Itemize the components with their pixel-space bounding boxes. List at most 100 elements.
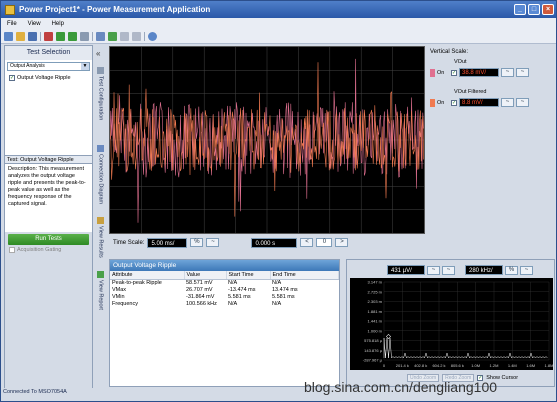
status-bar: Connected To MSO7054A [3, 389, 67, 395]
menu-bar: File View Help [1, 18, 556, 30]
tab-view-results[interactable]: View Results [94, 217, 107, 258]
scale-wave-button[interactable]: ~ [442, 265, 455, 275]
x-tick-label: 201.4 k [396, 363, 409, 368]
channel-on-checkbox[interactable]: ✓ [451, 99, 457, 106]
menu-view[interactable]: View [28, 21, 41, 27]
run-icon[interactable] [56, 32, 65, 41]
tab-test-configuration[interactable]: Test Configuration [94, 67, 107, 120]
y-tick-label: 1.881 m [368, 309, 383, 314]
toolbar-separator [92, 32, 93, 41]
time-scale-label: Time Scale: [113, 239, 145, 246]
results-header: Output Voltage Ripple [110, 260, 339, 271]
maximize-button[interactable]: □ [528, 4, 540, 15]
window-title: Power Project1* - Power Measurement Appl… [19, 5, 211, 14]
close-button[interactable]: × [542, 4, 554, 15]
fft-y-scale[interactable]: 431 µV/ [387, 265, 425, 275]
y-tick-label: 2.303 m [368, 299, 383, 304]
tab-connection-diagram[interactable]: Connection Diagram [94, 145, 107, 204]
y-tick-label: 1.000 m [368, 328, 383, 333]
scale-wave-button[interactable]: ~ [516, 98, 529, 107]
tree-item[interactable]: ✓ Output Voltage Ripple [9, 75, 88, 81]
delete-icon[interactable] [44, 32, 53, 41]
save-icon[interactable] [28, 32, 37, 41]
chevron-down-icon: ▼ [81, 63, 89, 70]
redo-icon[interactable] [132, 32, 141, 41]
diagram-icon [97, 145, 104, 152]
undo-icon[interactable] [120, 32, 129, 41]
time-scale-value[interactable]: 5.00 ms/ [147, 237, 188, 248]
app-icon [5, 4, 15, 15]
prev-button[interactable]: < [300, 238, 314, 247]
channel-scale-value[interactable]: 38.8 mV/ [459, 68, 499, 77]
y-tick-label: -287.967 µ [363, 358, 383, 363]
column-header[interactable]: Value [184, 271, 227, 280]
test-selection-panel: Test Selection Output Analysis ▼ ✓ Outpu… [4, 45, 93, 388]
new-icon[interactable] [4, 32, 13, 41]
column-header[interactable]: Start Time [226, 271, 271, 280]
next-button[interactable]: > [335, 238, 349, 247]
toolbar-separator [144, 32, 145, 41]
fft-controls: 431 µV/ ~ ~ 280 kHz/ % ~ [387, 265, 533, 275]
x-tick-label: 402.8 k [414, 363, 427, 368]
open-icon[interactable] [16, 32, 25, 41]
run-tests-button[interactable]: Run Tests [8, 234, 89, 245]
percent-button[interactable]: % [190, 238, 204, 247]
gating-checkbox[interactable] [9, 247, 15, 253]
x-tick-label: 1.0M [471, 363, 480, 368]
vertical-tabs: « Test Configuration Connection Diagram … [94, 45, 107, 388]
scale-wave-button[interactable]: ~ [501, 98, 514, 107]
acquisition-gating[interactable]: Acquisition Gating [9, 247, 92, 253]
config-icon [97, 67, 104, 74]
menu-help[interactable]: Help [52, 21, 64, 27]
panel-header: Test Selection [5, 46, 92, 60]
y-tick-label: 143.876 µ [364, 348, 383, 353]
play-icon[interactable] [68, 32, 77, 41]
time-offset-value[interactable]: 0.000 s [251, 237, 298, 248]
menu-file[interactable]: File [7, 21, 17, 27]
table-row[interactable]: Peak-to-peak Ripple 58.571 mV N/A N/A [110, 279, 339, 287]
report-icon[interactable] [96, 32, 105, 41]
scale-wave-button[interactable]: ~ [501, 68, 514, 77]
channel-on-checkbox[interactable]: ✓ [451, 69, 457, 76]
table-row[interactable]: VMax 26.707 mV -13.474 ms 13.474 ms [110, 287, 339, 294]
y-tick-label: 2.725 m [368, 289, 383, 294]
fft-x-scale[interactable]: 280 kHz/ [465, 265, 503, 275]
collapse-icon[interactable]: « [96, 49, 100, 58]
fft-plot[interactable]: 3.147 m 2.725 m 2.303 m 1.881 m 1.441 m 1.000… [350, 278, 553, 370]
channel-scale-value[interactable]: 8.8 mV/ [459, 98, 499, 107]
channel-color-swatch [430, 68, 435, 77]
channel-name: VOut [454, 59, 467, 65]
channel-name: VOut Filtered [454, 89, 487, 95]
waveform-display[interactable] [109, 46, 425, 234]
percent-button[interactable]: % [505, 265, 518, 275]
time-wave-button[interactable]: ~ [206, 238, 220, 247]
column-header[interactable]: Attribute [110, 271, 185, 280]
x-tick-label: 604.2 k [432, 363, 445, 368]
description-text: Description: This measurement analyzes t… [8, 166, 86, 207]
spectrum-trace [383, 337, 548, 359]
x-tick-label: 1.8M [545, 363, 553, 368]
tab-view-report[interactable]: View Report [94, 271, 107, 310]
table-row[interactable]: Frequency 100.566 kHz N/A N/A [110, 301, 339, 308]
scale-wave-button[interactable]: ~ [520, 265, 533, 275]
page-value[interactable]: 0 [316, 238, 333, 247]
column-header[interactable]: End Time [270, 271, 339, 280]
waveform-canvas [110, 47, 424, 233]
fft-panel: 431 µV/ ~ ~ 280 kHz/ % ~ 3.147 m 2.725 m 2… [346, 259, 555, 387]
checkbox[interactable]: ✓ [9, 75, 15, 81]
step-icon[interactable] [80, 32, 89, 41]
analysis-dropdown[interactable]: Output Analysis ▼ [7, 62, 90, 71]
export-icon[interactable] [108, 32, 117, 41]
vertical-scale-panel: Vertical Scale: VOut On ✓ 38.8 mV/ ~ ~ V… [426, 46, 555, 234]
channel-color-swatch [430, 98, 435, 107]
results-icon [97, 217, 104, 224]
minimize-button[interactable]: _ [514, 4, 526, 15]
table-row[interactable]: VMin -31.864 mV 5.581 ms 5.581 ms [110, 294, 339, 301]
x-tick-label: 805.6 k [451, 363, 464, 368]
x-tick-label: 0 [383, 363, 386, 368]
scale-wave-button[interactable]: ~ [516, 68, 529, 77]
results-table: Attribute Value Start Time End Time Peak… [110, 271, 339, 308]
help-icon[interactable] [148, 32, 157, 41]
scale-wave-button[interactable]: ~ [427, 265, 440, 275]
y-tick-label: 1.441 m [368, 319, 383, 324]
